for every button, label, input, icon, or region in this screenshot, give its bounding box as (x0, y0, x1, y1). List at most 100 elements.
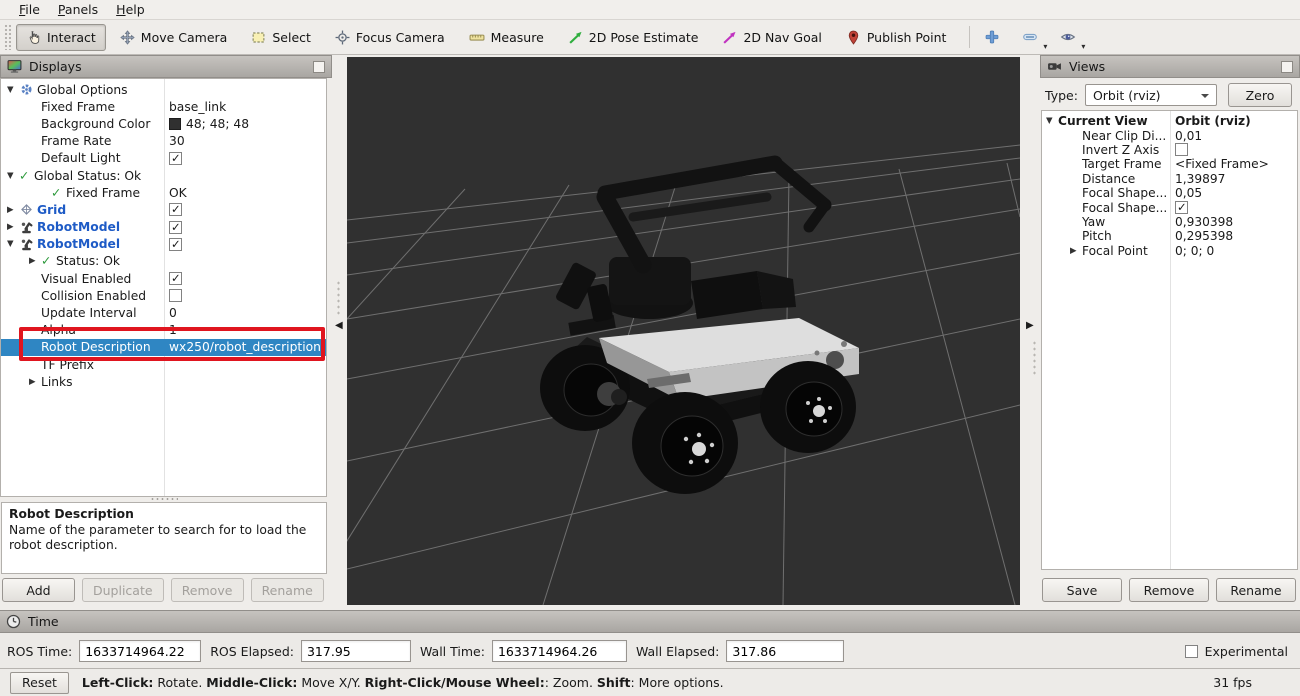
expander-down-icon[interactable]: ▼ (7, 171, 19, 181)
row-name: Focal Shape... (1042, 201, 1170, 215)
tree-row-background-color[interactable]: Background Color48; 48; 48 (1, 115, 326, 132)
displays-splitter-handle[interactable] (150, 497, 178, 501)
tree-row-near-clip-di[interactable]: Near Clip Di...0,01 (1042, 128, 1297, 142)
dropdown-caret-icon[interactable]: ▾ (1043, 42, 1047, 51)
tree-row-links[interactable]: ▶Links (1, 373, 326, 390)
tool-2d-pose-estimate[interactable]: 2D Pose Estimate (558, 24, 709, 51)
zero-button[interactable]: Zero (1228, 83, 1292, 107)
rename-button[interactable]: Rename (1216, 578, 1296, 602)
tree-row-robotmodel[interactable]: ▼RobotModel (1, 236, 326, 253)
experimental-toggle[interactable]: Experimental (1185, 644, 1288, 659)
time-field-input[interactable] (492, 640, 627, 662)
tool-measure[interactable]: Measure (459, 24, 554, 51)
gear-icon (19, 82, 37, 97)
tool-focus-camera[interactable]: Focus Camera (325, 24, 455, 51)
checkbox-checked[interactable] (169, 221, 182, 234)
property-value: Orbit (rviz) (1170, 114, 1297, 128)
tree-row-focal-shape[interactable]: Focal Shape...0,05 (1042, 186, 1297, 200)
dropdown-caret-icon[interactable]: ▾ (1081, 42, 1085, 51)
experimental-checkbox[interactable] (1185, 645, 1198, 658)
tool-interact[interactable]: Interact (16, 24, 106, 51)
property-name: Alpha (41, 323, 76, 337)
time-field-input[interactable] (301, 640, 411, 662)
tree-row-frame-rate[interactable]: Frame Rate30 (1, 133, 326, 150)
tree-row-alpha[interactable]: Alpha1 (1, 322, 326, 339)
checkbox-checked[interactable] (169, 152, 182, 165)
displays-panel-titlebar[interactable]: Displays (0, 55, 332, 78)
tool-select[interactable]: Select (241, 24, 321, 51)
tree-row-global-options[interactable]: ▼Global Options (1, 81, 326, 98)
tree-row-visual-enabled[interactable]: Visual Enabled (1, 270, 326, 287)
property-name: Pitch (1082, 229, 1112, 243)
expander-right-icon[interactable]: ▶ (29, 377, 41, 387)
tree-row-fixed-frame[interactable]: ✓Fixed FrameOK (1, 184, 326, 201)
tree-row-robot-description[interactable]: Robot Descriptionwx250/robot_description (1, 339, 326, 356)
toolbutton-zoom-in-plus-icon[interactable] (979, 25, 1005, 49)
tree-row-focal-shape[interactable]: Focal Shape... (1042, 200, 1297, 214)
property-value (164, 238, 326, 251)
tree-row-update-interval[interactable]: Update Interval0 (1, 304, 326, 321)
value-text: 0,05 (1175, 186, 1202, 200)
tree-row-yaw[interactable]: Yaw0,930398 (1042, 215, 1297, 229)
collapse-right-arrow-icon[interactable]: ▶ (1026, 320, 1034, 331)
tree-row-distance[interactable]: Distance1,39897 (1042, 172, 1297, 186)
tool-label: 2D Pose Estimate (589, 30, 699, 45)
tool-publish-point[interactable]: Publish Point (836, 24, 957, 51)
add-button[interactable]: Add (2, 578, 75, 602)
checkbox-checked[interactable] (169, 203, 182, 216)
expander-down-icon[interactable]: ▼ (1046, 116, 1058, 126)
3d-viewport[interactable] (347, 57, 1020, 605)
time-panel-titlebar[interactable]: Time (0, 610, 1300, 633)
time-field-label: ROS Time: (7, 644, 72, 659)
tree-row-pitch[interactable]: Pitch 0,295398 (1042, 229, 1297, 243)
expander-right-icon[interactable]: ▶ (7, 205, 19, 215)
right-panel-splitter[interactable]: ▶ (1020, 55, 1040, 610)
menu-help[interactable]: Help (107, 1, 154, 18)
tree-row-collision-enabled[interactable]: Collision Enabled (1, 287, 326, 304)
views-float-button[interactable] (1281, 61, 1293, 73)
expander-right-icon[interactable]: ▶ (29, 256, 41, 266)
checkbox-checked[interactable] (169, 272, 182, 285)
collapse-left-arrow-icon[interactable]: ◀ (335, 320, 343, 331)
property-value: 0,295398 (1170, 229, 1297, 243)
expander-right-icon[interactable]: ▶ (1070, 246, 1082, 256)
tree-row-grid[interactable]: ▶Grid (1, 201, 326, 218)
tool-move-camera[interactable]: Move Camera (110, 24, 238, 51)
time-field-input[interactable] (726, 640, 844, 662)
toolbar-drag-handle[interactable] (4, 24, 11, 50)
time-field-input[interactable] (79, 640, 201, 662)
checkbox-checked[interactable] (1175, 201, 1188, 214)
property-name: Focal Point (1082, 244, 1148, 258)
tool-2d-nav-goal[interactable]: 2D Nav Goal (712, 24, 831, 51)
tree-row-default-light[interactable]: Default Light (1, 150, 326, 167)
expander-down-icon[interactable]: ▼ (7, 85, 19, 95)
tree-row-current-view[interactable]: ▼Current ViewOrbit (rviz) (1042, 114, 1297, 128)
property-name: TF Prefix (41, 358, 94, 372)
property-name: RobotModel (37, 220, 120, 234)
tree-row-fixed-frame[interactable]: Fixed Framebase_link (1, 98, 326, 115)
tree-row-status-ok[interactable]: ▶✓Status: Ok (1, 253, 326, 270)
expander-right-icon[interactable]: ▶ (7, 222, 19, 232)
save-button[interactable]: Save (1042, 578, 1122, 602)
tree-row-target-frame[interactable]: Target Frame<Fixed Frame> (1042, 157, 1297, 171)
toolbutton-render-eye-icon[interactable]: ▾ (1055, 25, 1081, 49)
tree-row-focal-point[interactable]: ▶Focal Point0; 0; 0 (1042, 244, 1297, 258)
toolbutton-zoom-out-minus-icon[interactable]: ▾ (1017, 25, 1043, 49)
tree-row-robotmodel[interactable]: ▶ RobotModel (1, 219, 326, 236)
checkbox-unchecked[interactable] (1175, 143, 1188, 156)
left-panel-splitter[interactable]: ◀ (332, 55, 347, 610)
grid-icon (19, 202, 37, 217)
view-type-dropdown[interactable]: Orbit (rviz) (1085, 84, 1217, 106)
views-panel-titlebar[interactable]: Views (1040, 55, 1300, 78)
expander-down-icon[interactable]: ▼ (7, 239, 19, 249)
checkbox-unchecked[interactable] (169, 289, 182, 302)
tree-row-invert-z-axis[interactable]: Invert Z Axis (1042, 143, 1297, 157)
checkbox-checked[interactable] (169, 238, 182, 251)
reset-button[interactable]: Reset (10, 672, 69, 694)
remove-button[interactable]: Remove (1129, 578, 1209, 602)
tree-row-tf-prefix[interactable]: TF Prefix (1, 356, 326, 373)
menu-file[interactable]: File (10, 1, 49, 18)
menu-panels[interactable]: Panels (49, 1, 107, 18)
displays-float-button[interactable] (313, 61, 325, 73)
tree-row-global-status-ok[interactable]: ▼✓Global Status: Ok (1, 167, 326, 184)
